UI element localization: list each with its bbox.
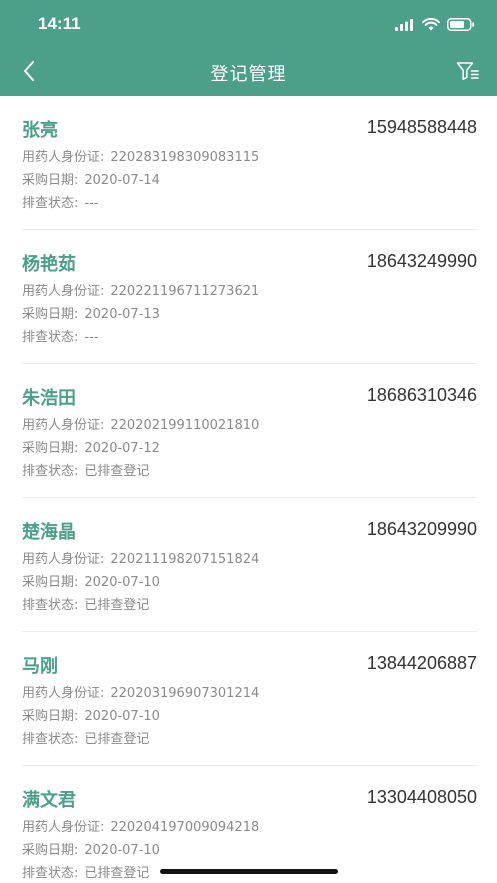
status-icons xyxy=(395,16,475,35)
record-status-line: 排查状态: 已排查登记 xyxy=(22,460,149,479)
record-name: 马刚 xyxy=(22,656,58,677)
purchase-date-label: 采购日期: xyxy=(22,441,79,456)
purchase-date-value: 2020-07-10 xyxy=(84,575,160,590)
purchase-date-value: 2020-07-10 xyxy=(84,709,160,724)
app-header: 14:11 登记管理 xyxy=(0,0,497,96)
purchase-date-value: 2020-07-14 xyxy=(84,173,160,188)
record-name: 朱浩田 xyxy=(22,388,76,409)
record-date-line: 采购日期: 2020-07-10 xyxy=(22,839,160,858)
wifi-icon xyxy=(422,16,440,35)
home-indicator[interactable] xyxy=(160,869,338,874)
record-date-line: 采购日期: 2020-07-10 xyxy=(22,571,160,590)
check-status-value: 已排查登记 xyxy=(84,732,150,747)
list-item[interactable]: 杨艳茹 18643249990 用药人身份证: 22022119671127362… xyxy=(22,230,477,364)
check-status-label: 排查状态: xyxy=(22,732,79,747)
nav-bar: 登记管理 xyxy=(0,50,497,96)
record-status-line: 排查状态: --- xyxy=(22,192,98,211)
id-card-value: 220211198207151824 xyxy=(110,552,260,567)
record-id-line: 用药人身份证: 220204197009094218 xyxy=(22,816,259,835)
id-card-label: 用药人身份证: xyxy=(22,284,105,299)
record-status-line: 排查状态: --- xyxy=(22,326,98,345)
purchase-date-value: 2020-07-10 xyxy=(84,843,160,858)
record-id-line: 用药人身份证: 220202199110021810 xyxy=(22,414,259,433)
record-date-line: 采购日期: 2020-07-14 xyxy=(22,169,160,188)
record-phone: 18686310346 xyxy=(366,385,477,405)
check-status-value: --- xyxy=(84,196,99,211)
record-id-line: 用药人身份证: 220203196907301214 xyxy=(22,682,259,701)
record-phone: 18643249990 xyxy=(366,251,477,271)
record-status-line: 排查状态: 已排查登记 xyxy=(22,862,149,881)
signal-icon xyxy=(395,16,415,35)
id-card-value: 220204197009094218 xyxy=(110,820,260,835)
status-time: 14:11 xyxy=(38,14,81,33)
purchase-date-value: 2020-07-12 xyxy=(84,441,160,456)
record-phone: 18643209990 xyxy=(366,519,477,539)
id-card-label: 用药人身份证: xyxy=(22,150,105,165)
record-name: 张亮 xyxy=(22,120,58,141)
purchase-date-label: 采购日期: xyxy=(22,307,79,322)
battery-icon xyxy=(447,16,475,35)
list-item[interactable]: 满文君 13304408050 用药人身份证: 22020419700909421… xyxy=(22,766,477,883)
id-card-value: 220283198309083115 xyxy=(110,150,260,165)
check-status-label: 排查状态: xyxy=(22,196,79,211)
check-status-label: 排查状态: xyxy=(22,464,79,479)
record-id-line: 用药人身份证: 220283198309083115 xyxy=(22,146,259,165)
purchase-date-label: 采购日期: xyxy=(22,843,79,858)
record-name: 满文君 xyxy=(22,790,76,811)
filter-list-icon xyxy=(456,61,480,85)
check-status-value: 已排查登记 xyxy=(84,598,150,613)
check-status-label: 排查状态: xyxy=(22,866,79,881)
record-id-line: 用药人身份证: 220211198207151824 xyxy=(22,548,259,567)
purchase-date-value: 2020-07-13 xyxy=(84,307,160,322)
status-bar: 14:11 xyxy=(0,0,497,50)
check-status-label: 排查状态: xyxy=(22,330,79,345)
record-date-line: 采购日期: 2020-07-10 xyxy=(22,705,160,724)
id-card-label: 用药人身份证: xyxy=(22,820,105,835)
purchase-date-label: 采购日期: xyxy=(22,709,79,724)
record-date-line: 采购日期: 2020-07-13 xyxy=(22,303,160,322)
record-id-line: 用药人身份证: 220221196711273621 xyxy=(22,280,259,299)
check-status-value: 已排查登记 xyxy=(84,866,150,881)
record-phone: 13304408050 xyxy=(366,787,477,807)
page-title: 登记管理 xyxy=(210,64,287,85)
id-card-value: 220202199110021810 xyxy=(110,418,260,433)
check-status-value: --- xyxy=(84,330,99,345)
id-card-label: 用药人身份证: xyxy=(22,418,105,433)
record-status-line: 排查状态: 已排查登记 xyxy=(22,728,149,747)
record-date-line: 采购日期: 2020-07-12 xyxy=(22,437,160,456)
record-phone: 15948588448 xyxy=(366,117,477,137)
record-name: 楚海晶 xyxy=(22,522,76,543)
filter-button[interactable] xyxy=(453,58,483,88)
list-item[interactable]: 张亮 15948588448 用药人身份证: 220283198309083115… xyxy=(22,96,477,230)
id-card-value: 220221196711273621 xyxy=(110,284,260,299)
id-card-label: 用药人身份证: xyxy=(22,552,105,567)
list-item[interactable]: 朱浩田 18686310346 用药人身份证: 22020219911002181… xyxy=(22,364,477,498)
id-card-value: 220203196907301214 xyxy=(110,686,260,701)
list-item[interactable]: 马刚 13844206887 用药人身份证: 220203196907301214… xyxy=(22,632,477,766)
record-status-line: 排查状态: 已排查登记 xyxy=(22,594,149,613)
purchase-date-label: 采购日期: xyxy=(22,173,79,188)
check-status-value: 已排查登记 xyxy=(84,464,150,479)
record-phone: 13844206887 xyxy=(366,653,477,673)
list-item[interactable]: 楚海晶 18643209990 用药人身份证: 22021119820715182… xyxy=(22,498,477,632)
id-card-label: 用药人身份证: xyxy=(22,686,105,701)
record-name: 杨艳茹 xyxy=(22,254,76,275)
record-list: 张亮 15948588448 用药人身份证: 220283198309083115… xyxy=(0,96,497,883)
purchase-date-label: 采购日期: xyxy=(22,575,79,590)
check-status-label: 排查状态: xyxy=(22,598,79,613)
